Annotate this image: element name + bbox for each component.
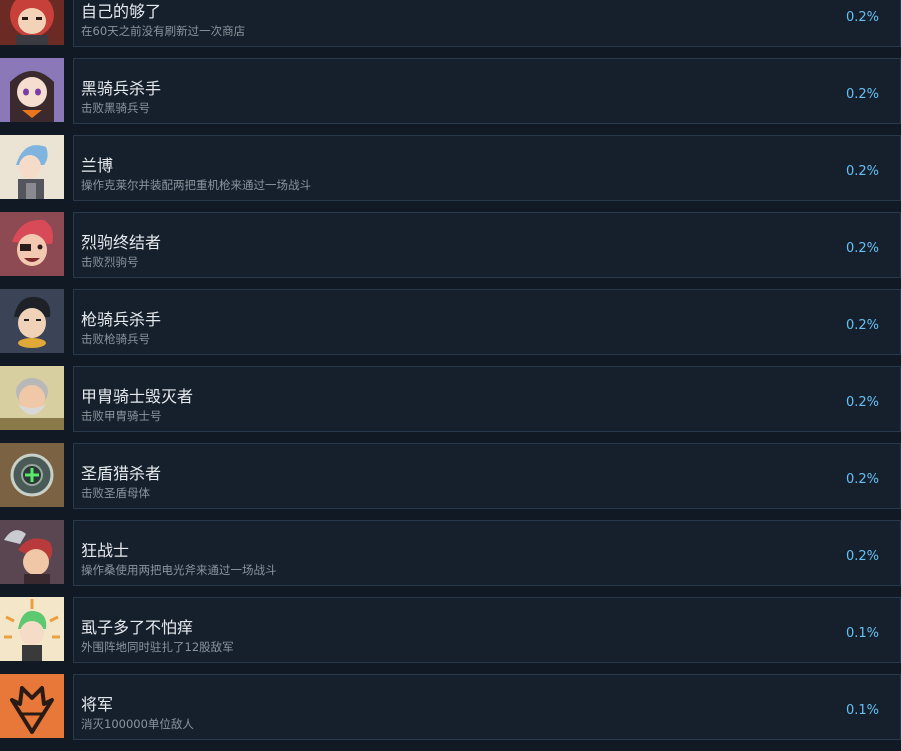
achievement-row[interactable]: 烈驹终结者 击败烈驹号 0.2% (0, 212, 901, 278)
achievement-description: 击败黑骑兵号 (81, 101, 150, 115)
unlock-percentage: 0.2% (845, 549, 879, 564)
achievement-card: 烈驹终结者 击败烈驹号 0.2% (73, 212, 901, 278)
achievement-card: 甲胄骑士毁灭者 击败甲胄骑士号 0.2% (73, 366, 901, 432)
achievement-title: 狂战士 (81, 541, 130, 560)
achievement-list: 自己的够了 在60天之前没有刷新过一次商店 0.2% 黑骑兵杀手 击败黑骑兵号 … (0, 0, 901, 751)
achievement-row[interactable]: 虱子多了不怕痒 外围阵地同时驻扎了12股敌军 0.1% (0, 597, 901, 663)
unlock-percentage: 0.2% (845, 164, 879, 179)
achievement-description: 消灭100000单位敌人 (81, 717, 194, 731)
red-haired-girl-icon (0, 0, 64, 45)
achievement-card: 兰博 操作克莱尔并装配两把重机枪来通过一场战斗 0.2% (73, 135, 901, 201)
unlock-percentage: 0.1% (845, 626, 879, 641)
achievement-title: 黑骑兵杀手 (81, 79, 162, 98)
achievement-title: 甲胄骑士毁灭者 (81, 387, 194, 406)
green-haired-boy-icon (0, 597, 64, 661)
unlock-percentage: 0.1% (845, 703, 879, 718)
achievement-description: 击败甲胄骑士号 (81, 409, 162, 423)
achievement-description: 操作桑使用两把电光斧来通过一场战斗 (81, 563, 277, 577)
achievement-card: 将军 消灭100000单位敌人 0.1% (73, 674, 901, 740)
dark-haired-man-icon (0, 289, 64, 353)
unlock-percentage: 0.2% (845, 10, 879, 25)
bearded-old-man-icon (0, 366, 64, 430)
achievement-card: 枪骑兵杀手 击败枪骑兵号 0.2% (73, 289, 901, 355)
achievement-title: 圣盾猎杀者 (81, 464, 162, 483)
achievement-description: 击败烈驹号 (81, 255, 139, 269)
achievement-row[interactable]: 甲胄骑士毁灭者 击败甲胄骑士号 0.2% (0, 366, 901, 432)
achievement-card: 黑骑兵杀手 击败黑骑兵号 0.2% (73, 58, 901, 124)
achievement-card: 圣盾猎杀者 击败圣盾母体 0.2% (73, 443, 901, 509)
axe-berserker-icon (0, 520, 64, 584)
achievement-row[interactable]: 黑骑兵杀手 击败黑骑兵号 0.2% (0, 58, 901, 124)
achievement-title: 将军 (81, 695, 114, 714)
achievement-description: 击败枪骑兵号 (81, 332, 150, 346)
achievement-description: 外围阵地同时驻扎了12股敌军 (81, 640, 234, 654)
eyepatch-warrior-icon (0, 212, 64, 276)
achievement-card: 虱子多了不怕痒 外围阵地同时驻扎了12股敌军 0.1% (73, 597, 901, 663)
achievement-row[interactable]: 自己的够了 在60天之前没有刷新过一次商店 0.2% (0, 0, 901, 47)
unlock-percentage: 0.2% (845, 318, 879, 333)
achievement-card: 狂战士 操作桑使用两把电光斧来通过一场战斗 0.2% (73, 520, 901, 586)
achievement-row[interactable]: 兰博 操作克莱尔并装配两把重机枪来通过一场战斗 0.2% (0, 135, 901, 201)
achievement-title: 枪骑兵杀手 (81, 310, 162, 329)
achievement-row[interactable]: 将军 消灭100000单位敌人 0.1% (0, 674, 901, 740)
achievement-row[interactable]: 枪骑兵杀手 击败枪骑兵号 0.2% (0, 289, 901, 355)
achievement-description: 击败圣盾母体 (81, 486, 150, 500)
general-emblem-icon (0, 674, 64, 738)
unlock-percentage: 0.2% (845, 241, 879, 256)
unlock-percentage: 0.2% (845, 395, 879, 410)
achievement-title: 虱子多了不怕痒 (81, 618, 194, 637)
unlock-percentage: 0.2% (845, 87, 879, 102)
achievement-description: 操作克莱尔并装配两把重机枪来通过一场战斗 (81, 178, 311, 192)
achievement-card: 自己的够了 在60天之前没有刷新过一次商店 0.2% (73, 0, 901, 47)
holy-shield-icon (0, 443, 64, 507)
achievement-title: 兰博 (81, 156, 114, 175)
achievement-title: 烈驹终结者 (81, 233, 162, 252)
unlock-percentage: 0.2% (845, 472, 879, 487)
purple-haired-girl-icon (0, 58, 64, 122)
achievement-title: 自己的够了 (81, 2, 162, 21)
blue-haired-soldier-icon (0, 135, 64, 199)
achievement-row[interactable]: 圣盾猎杀者 击败圣盾母体 0.2% (0, 443, 901, 509)
achievement-description: 在60天之前没有刷新过一次商店 (81, 24, 246, 38)
achievement-row[interactable]: 狂战士 操作桑使用两把电光斧来通过一场战斗 0.2% (0, 520, 901, 586)
